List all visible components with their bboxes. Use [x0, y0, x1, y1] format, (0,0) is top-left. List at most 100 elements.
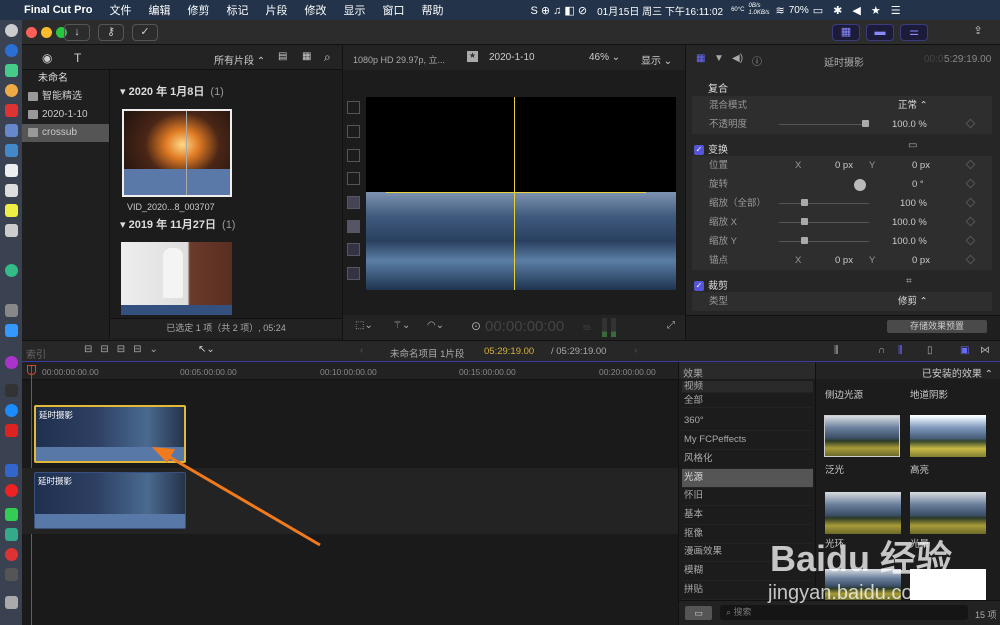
close-button[interactable]: [26, 27, 37, 38]
minimize-button[interactable]: [41, 27, 52, 38]
library-item[interactable]: 未命名: [22, 70, 109, 88]
effect-thumbnail[interactable]: [824, 415, 900, 457]
wifi-icon[interactable]: ≋: [776, 4, 785, 17]
app-icon[interactable]: [5, 224, 18, 237]
info-icon[interactable]: ⓘ: [752, 53, 762, 68]
skimming-icon[interactable]: ⫼: [834, 345, 839, 356]
bluetooth-icon[interactable]: ✱: [833, 4, 842, 17]
zoom-dropdown[interactable]: 46% ⌄: [589, 52, 620, 63]
effect-thumbnail[interactable]: [825, 569, 901, 600]
effect-thumbnail[interactable]: [910, 569, 986, 600]
app-icon[interactable]: [5, 528, 18, 541]
category-item[interactable]: 风格化: [682, 450, 813, 469]
clip-appearance-icon[interactable]: ▯: [927, 345, 933, 356]
category-item[interactable]: 基本: [682, 506, 813, 525]
app-icon[interactable]: [5, 164, 18, 177]
volume-icon[interactable]: ◀: [852, 4, 860, 17]
app-icon[interactable]: [5, 548, 18, 561]
section-crop[interactable]: ✓裁剪: [694, 277, 728, 292]
show-browser-button[interactable]: ▦: [832, 24, 860, 41]
timeline-ruler[interactable]: 00:00:00:00.00 00:05:00:00.00 00:10:00:0…: [22, 362, 678, 380]
category-item[interactable]: My FCPeffects: [682, 431, 813, 450]
filmstrip-icon[interactable]: ▦: [302, 51, 311, 62]
scale-x-slider[interactable]: [779, 222, 869, 223]
app-icon[interactable]: [5, 184, 18, 197]
back-icon[interactable]: ‹: [360, 345, 363, 356]
app-icon[interactable]: [5, 304, 18, 317]
menu-edit[interactable]: 编辑: [148, 2, 170, 18]
menu-help[interactable]: 帮助: [421, 2, 443, 18]
position-x-field[interactable]: 0 px: [835, 156, 853, 175]
clip-thumbnail[interactable]: [122, 109, 232, 197]
category-item[interactable]: 拼贴: [682, 581, 813, 600]
app-icon[interactable]: [5, 424, 18, 437]
fcp-icon[interactable]: [5, 568, 18, 581]
clock[interactable]: 01月15日 周三 下午16:11:02: [597, 3, 723, 18]
background-tasks-button[interactable]: ✓: [132, 24, 158, 41]
video-frame[interactable]: [366, 97, 676, 290]
android-icon[interactable]: [5, 64, 18, 77]
timeline-clip[interactable]: 延时摄影: [34, 472, 186, 529]
category-item[interactable]: 360°: [682, 412, 813, 431]
category-item[interactable]: 全部: [682, 394, 813, 408]
crop-handle[interactable]: [347, 149, 360, 162]
keywords-button[interactable]: ⚷: [98, 24, 124, 41]
scale-all-slider[interactable]: [779, 203, 869, 204]
app-icon[interactable]: [5, 464, 18, 477]
appstore-icon[interactable]: [5, 404, 18, 417]
save-effects-preset-button[interactable]: 存储效果预置: [887, 320, 987, 333]
transform-onscreen-icon[interactable]: ▭: [908, 140, 917, 151]
menu-mark[interactable]: 标记: [226, 2, 248, 18]
crop-handle[interactable]: [347, 220, 360, 233]
category-video[interactable]: 视频: [682, 381, 813, 393]
menu-app[interactable]: Final Cut Pro: [24, 4, 92, 16]
menu-trim[interactable]: 修剪: [187, 2, 209, 18]
color-inspector-icon[interactable]: ▼: [714, 53, 724, 64]
crop-handle[interactable]: [347, 125, 360, 138]
category-item[interactable]: 漫画效果: [682, 543, 813, 562]
viewer[interactable]: [342, 70, 685, 315]
crop-handle[interactable]: [347, 101, 360, 114]
app-icon[interactable]: [5, 104, 18, 117]
timeline[interactable]: 00:00:00:00.00 00:05:00:00.00 00:10:00:0…: [22, 362, 678, 625]
select-tool-icon[interactable]: ↖⌄: [198, 344, 215, 355]
status-icons[interactable]: S ⊕ ♫ ◧ ⊘: [530, 4, 587, 17]
media-icon[interactable]: ◉: [42, 51, 52, 65]
crop-handle[interactable]: [347, 267, 360, 280]
battery-icon[interactable]: ▭: [813, 4, 823, 17]
trash-icon[interactable]: [5, 596, 18, 609]
position-y-field[interactable]: 0 px: [912, 156, 930, 175]
crop-type-dropdown[interactable]: 修剪 ⌃: [898, 292, 928, 311]
clip-appearance-icon[interactable]: ▤: [278, 51, 287, 62]
sidebar-item-event[interactable]: crossub: [22, 124, 109, 142]
edit-buttons[interactable]: ⊟⊟⊟⊟⌄: [84, 344, 166, 355]
effect-thumbnail[interactable]: [825, 492, 901, 534]
transform-checkbox[interactable]: ✓: [694, 145, 704, 155]
category-item[interactable]: 模糊: [682, 562, 813, 581]
effect-thumbnail[interactable]: [910, 415, 986, 457]
titles-icon[interactable]: T: [74, 51, 81, 65]
retime-icon[interactable]: ◠⌄: [427, 320, 444, 331]
crop-handle[interactable]: [347, 196, 360, 209]
section-transform[interactable]: ✓变换: [694, 141, 728, 156]
menu-view[interactable]: 显示: [343, 2, 365, 18]
menu-modify[interactable]: 修改: [304, 2, 326, 18]
keyframe-icon[interactable]: [966, 119, 976, 129]
playhead-handle[interactable]: [27, 365, 36, 375]
audio-inspector-icon[interactable]: ◀): [732, 53, 743, 64]
effects-browser-icon[interactable]: ▣: [960, 345, 969, 356]
crop-onscreen-icon[interactable]: ⌗: [906, 276, 912, 287]
video-inspector-icon[interactable]: ▦: [696, 53, 705, 64]
transform-tool-icon[interactable]: ⬚⌄: [355, 320, 373, 331]
date-group-header[interactable]: ▾ 2019 年 11月27日(1): [120, 216, 235, 232]
sidebar-toggle-button[interactable]: ▭: [685, 606, 712, 620]
snapping-icon[interactable]: ⫼: [898, 345, 903, 356]
menu-file[interactable]: 文件: [109, 2, 131, 18]
podcast-icon[interactable]: [5, 356, 18, 369]
headphones-icon[interactable]: ∩: [878, 345, 885, 356]
fullscreen-icon[interactable]: ⤢: [667, 320, 675, 331]
date-group-header[interactable]: ▾ 2020 年 1月8日(1): [120, 83, 224, 99]
clip-thumbnail[interactable]: [121, 242, 232, 315]
sidebar-item-event[interactable]: 2020-1-10: [22, 106, 109, 124]
anchor-x-field[interactable]: 0 px: [835, 251, 853, 270]
